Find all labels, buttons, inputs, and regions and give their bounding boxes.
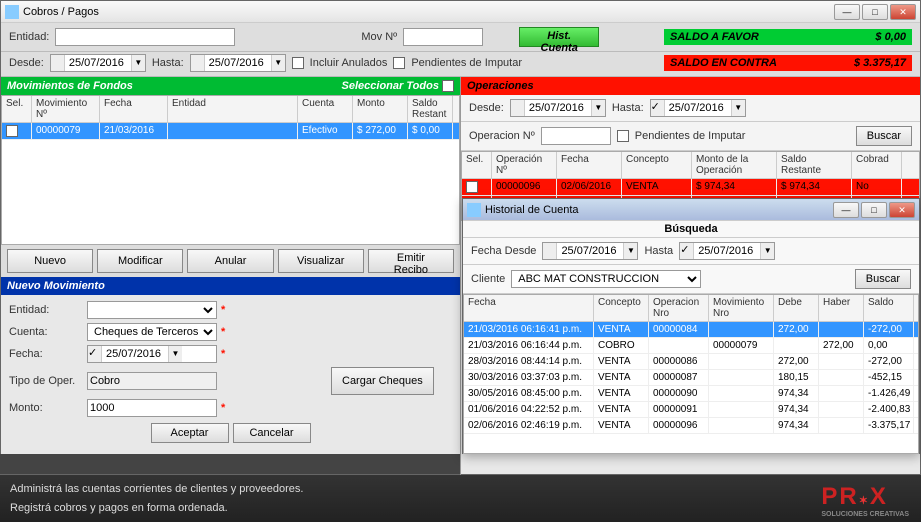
saldo-contra-label: SALDO EN CONTRA [670, 57, 777, 69]
op-n-input[interactable] [541, 127, 611, 145]
select-all-check[interactable] [442, 80, 454, 92]
row-check[interactable] [6, 125, 18, 137]
mov-fondos-grid: Sel. Movimiento Nº Fecha Entidad Cuenta … [1, 95, 460, 245]
maximize-button[interactable]: □ [862, 4, 888, 20]
nuevo-mov-header: Nuevo Movimiento [1, 277, 460, 295]
pendientes-check[interactable] [393, 57, 405, 69]
historial-grid: Fecha Concepto Operacion Nro Movimiento … [463, 294, 919, 454]
hist-minimize-button[interactable]: — [833, 202, 859, 218]
hist-title: Historial de Cuenta [485, 204, 833, 216]
busqueda-header: Búsqueda [463, 221, 919, 238]
op-pendientes-check[interactable] [617, 130, 629, 142]
table-row[interactable]: 21/03/2016 06:16:44 p.m.COBRO00000079272… [464, 338, 918, 354]
nuevo-button[interactable]: Nuevo [7, 249, 93, 273]
table-row[interactable]: 21/03/2016 06:16:41 p.m.VENTA00000084272… [464, 322, 918, 338]
row-check[interactable] [466, 181, 478, 193]
cancelar-button[interactable]: Cancelar [233, 423, 311, 443]
hist-maximize-button[interactable]: □ [861, 202, 887, 218]
op-hasta-date[interactable]: ✓25/07/2016▼ [650, 99, 746, 117]
nm-tipo-input [87, 372, 217, 390]
filter-row-1: Entidad: Mov Nº Hist. Cuenta SALDO A FAV… [1, 23, 920, 52]
titlebar: Cobros / Pagos — □ ✕ [1, 1, 920, 23]
desde-date[interactable]: 25/07/2016▼ [50, 54, 146, 72]
desde-label: Desde: [9, 57, 44, 69]
hist-titlebar: Historial de Cuenta — □ ✕ [463, 199, 919, 221]
app-icon [5, 5, 19, 19]
movn-input[interactable] [403, 28, 483, 46]
left-column: Movimientos de Fondos Seleccionar Todos … [1, 77, 461, 507]
hist-cuenta-button[interactable]: Hist. Cuenta [519, 27, 599, 47]
window-title: Cobros / Pagos [23, 6, 834, 18]
entidad-input[interactable] [55, 28, 235, 46]
modificar-button[interactable]: Modificar [97, 249, 183, 273]
nm-fecha-date[interactable]: ✓25/07/2016▼ [87, 345, 217, 363]
incluir-anulados-check[interactable] [292, 57, 304, 69]
visualizar-button[interactable]: Visualizar [278, 249, 364, 273]
nm-cuenta-select[interactable]: Cheques de Terceros [87, 323, 217, 341]
nuevo-mov-form: Entidad:* Cuenta:Cheques de Terceros* Fe… [1, 295, 460, 453]
mov-button-row: Nuevo Modificar Anular Visualizar Emitir… [1, 245, 460, 277]
footer: Administrá las cuentas corrientes de cli… [0, 475, 921, 522]
op-buscar-button[interactable]: Buscar [856, 126, 912, 146]
hist-cliente-select[interactable]: ABC MAT CONSTRUCCION [511, 270, 701, 288]
hist-filter-2: Cliente ABC MAT CONSTRUCCION Buscar [463, 265, 919, 294]
table-row[interactable]: 0000007921/03/2016Efectivo$ 272,00$ 0,00 [2, 123, 459, 140]
incluir-anulados-label: Incluir Anulados [310, 57, 388, 69]
filter-row-2: Desde: 25/07/2016▼ Hasta: 25/07/2016▼ In… [1, 52, 920, 77]
saldo-favor-value: $ 0,00 [875, 31, 906, 43]
op-filter: Desde: 25/07/2016▼ Hasta: ✓25/07/2016▼ [461, 95, 920, 122]
aceptar-button[interactable]: Aceptar [151, 423, 229, 443]
table-row[interactable]: 0000009602/06/2016VENTA$ 974,34$ 974,34N… [462, 179, 919, 196]
historial-window: Historial de Cuenta — □ ✕ Búsqueda Fecha… [462, 198, 920, 454]
cargar-cheques-button[interactable]: Cargar Cheques [331, 367, 434, 395]
nm-entidad-select[interactable] [87, 301, 217, 319]
table-row[interactable]: 30/05/2016 08:45:00 p.m.VENTA00000090974… [464, 386, 918, 402]
anular-button[interactable]: Anular [187, 249, 273, 273]
nuevo-mov-title: Nuevo Movimiento [7, 280, 105, 292]
hist-close-button[interactable]: ✕ [889, 202, 915, 218]
table-row[interactable]: 28/03/2016 08:44:14 p.m.VENTA00000086272… [464, 354, 918, 370]
table-row[interactable]: 02/06/2016 02:46:19 p.m.VENTA00000096974… [464, 418, 918, 434]
close-button[interactable]: ✕ [890, 4, 916, 20]
footer-line-1: Administrá las cuentas corrientes de cli… [10, 480, 303, 499]
op-desde-date[interactable]: 25/07/2016▼ [510, 99, 606, 117]
table-row[interactable]: 30/03/2016 03:37:03 p.m.VENTA00000087180… [464, 370, 918, 386]
hist-filter-1: Fecha Desde 25/07/2016▼ Hasta ✓25/07/201… [463, 238, 919, 265]
dark-strip [0, 454, 460, 474]
saldo-favor-label: SALDO A FAVOR [670, 31, 759, 43]
mov-fondos-title: Movimientos de Fondos [7, 80, 133, 92]
movn-label: Mov Nº [361, 31, 397, 43]
operaciones-header: Operaciones [461, 77, 920, 95]
hist-icon [467, 203, 481, 217]
prox-logo: PR✶X SOLUCIONES CREATIVAS [821, 483, 909, 518]
emitir-recibo-button[interactable]: Emitir Recibo [368, 249, 454, 273]
operaciones-title: Operaciones [467, 80, 534, 92]
saldo-contra-box: SALDO EN CONTRA $ 3.375,17 [664, 55, 912, 71]
nm-monto-input[interactable] [87, 399, 217, 417]
hist-hasta-date[interactable]: ✓25/07/2016▼ [679, 242, 775, 260]
saldo-favor-box: SALDO A FAVOR $ 0,00 [664, 29, 912, 45]
op-filter-2: Operacion Nº Pendientes de Imputar Busca… [461, 122, 920, 151]
pendientes-label: Pendientes de Imputar [411, 57, 522, 69]
saldo-contra-value: $ 3.375,17 [854, 57, 906, 69]
hasta-label: Hasta: [152, 57, 184, 69]
hasta-date[interactable]: 25/07/2016▼ [190, 54, 286, 72]
hist-buscar-button[interactable]: Buscar [855, 269, 911, 289]
entidad-label: Entidad: [9, 31, 49, 43]
minimize-button[interactable]: — [834, 4, 860, 20]
hist-desde-date[interactable]: 25/07/2016▼ [542, 242, 638, 260]
footer-line-2: Registrá cobros y pagos en forma ordenad… [10, 499, 303, 518]
mov-fondos-header: Movimientos de Fondos Seleccionar Todos [1, 77, 460, 95]
select-all-label: Seleccionar Todos [342, 80, 439, 92]
table-row[interactable]: 01/06/2016 04:22:52 p.m.VENTA00000091974… [464, 402, 918, 418]
